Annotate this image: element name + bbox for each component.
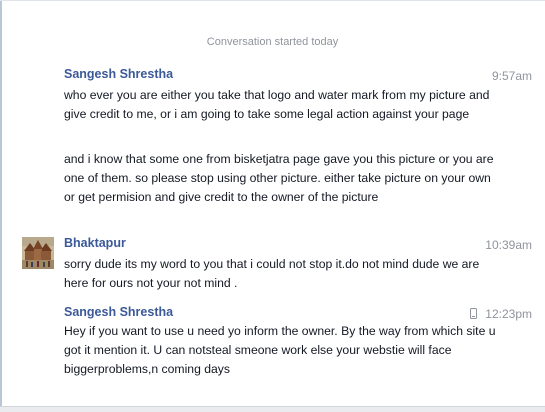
message-text: sorry dude its my word to you that i cou… bbox=[64, 257, 480, 290]
mobile-phone-icon bbox=[470, 308, 477, 319]
chat-window: Conversation started today Sangesh Shres… bbox=[0, 0, 545, 412]
message-text: who ever you are either you take that lo… bbox=[64, 88, 490, 121]
window-bottom-border bbox=[0, 406, 545, 412]
sender-name[interactable]: Sangesh Shrestha bbox=[64, 67, 173, 81]
message-text: Hey if you want to use u need yo inform … bbox=[64, 324, 496, 376]
sender-name[interactable]: Bhaktapur bbox=[64, 236, 126, 250]
bhaktapur-temple-avatar-icon bbox=[22, 237, 54, 269]
message-time: 9:57am bbox=[491, 69, 532, 83]
message-text: and i know that some one from bisketjatr… bbox=[64, 152, 494, 204]
avatar[interactable] bbox=[22, 237, 54, 269]
conversation-started-label: Conversation started today bbox=[206, 36, 339, 48]
message-time: 12:23pm bbox=[485, 307, 532, 321]
window-top-border bbox=[0, 0, 545, 1]
sender-name[interactable]: Sangesh Shrestha bbox=[64, 305, 173, 319]
window-left-border bbox=[0, 0, 2, 412]
message-time: 10:39am bbox=[485, 238, 532, 252]
